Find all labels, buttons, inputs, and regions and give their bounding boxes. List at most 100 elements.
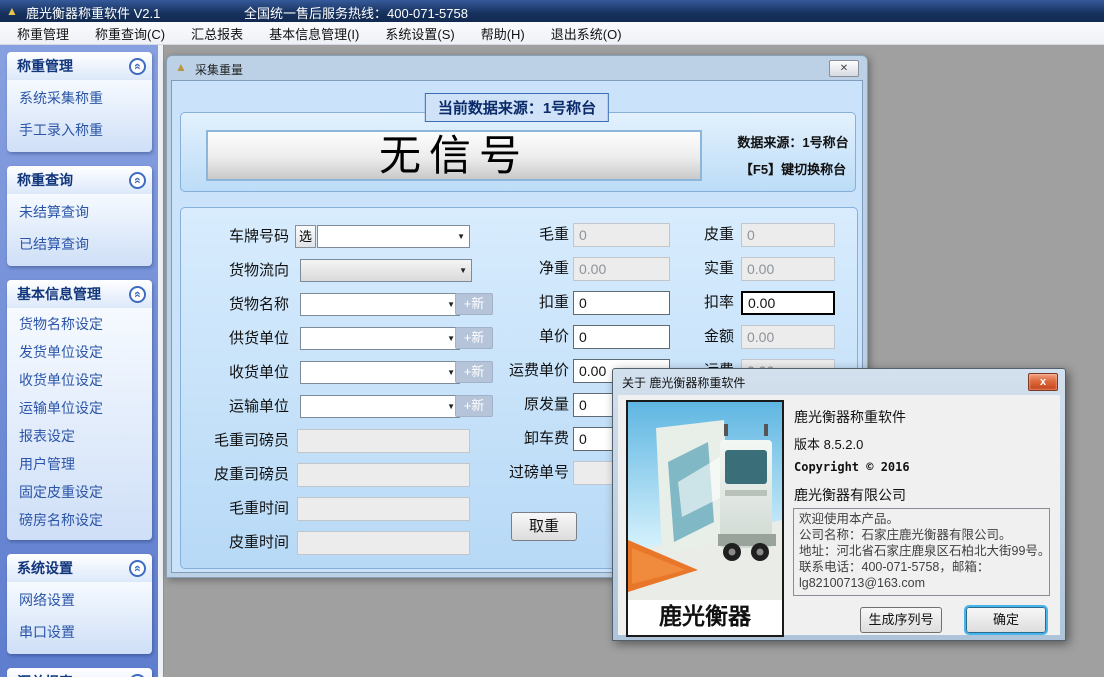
sidebar-section-title: 称重查询 (17, 170, 73, 190)
select-plate-button[interactable]: 选 (295, 225, 316, 248)
menu-system-settings[interactable]: 系统设置(S) (372, 21, 467, 46)
app-titlebar: ▲ 鹿光衡器称重软件 V2.1 全国统一售后服务热线：400-071-5758 (0, 0, 1104, 22)
dropdown-arrow-icon: ▼ (447, 402, 455, 411)
company-name: 鹿光衡器有限公司 (794, 485, 906, 505)
scale-logo-icon: ▲ (175, 60, 187, 74)
gross-time-label: 毛重时间 (181, 497, 289, 521)
menu-basic-info[interactable]: 基本信息管理(I) (256, 21, 372, 46)
collapse-chevron-icon[interactable]: « (129, 172, 146, 189)
sidebar-item-goods-name[interactable]: 货物名称设定 (7, 310, 152, 338)
tare-weight-field: 0 (741, 223, 835, 247)
tare-weight-label: 皮重 (651, 223, 734, 247)
sidebar-header-system[interactable]: 系统设置 « (7, 554, 152, 582)
deduct-rate-field[interactable]: 0.00 (741, 291, 835, 315)
sidebar-section-reports: 汇总报表 « 进厂日报 出厂日报 (7, 668, 152, 677)
goods-flow-label: 货物流向 (181, 259, 289, 283)
plate-number-label: 车牌号码 (181, 225, 289, 249)
collapse-chevron-icon[interactable]: « (129, 560, 146, 577)
sidebar-header-reports[interactable]: 汇总报表 « (7, 668, 152, 677)
supplier-combobox[interactable]: ▼ (300, 327, 460, 350)
ok-button[interactable]: 确定 (966, 607, 1046, 633)
unit-price-label: 单价 (471, 325, 569, 349)
deduct-weight-label: 扣重 (471, 291, 569, 315)
dialog-close-button[interactable]: x (1028, 373, 1058, 391)
dropdown-arrow-icon: ▼ (447, 368, 455, 377)
close-icon: ✕ (840, 63, 848, 74)
about-dialog-content: 鹿光衡器 鹿光衡器称重软件 版本 8.5.2.0 Copyright © 201… (618, 395, 1060, 635)
collapse-chevron-icon[interactable]: « (129, 286, 146, 303)
sidebar-header-weighing[interactable]: 称重管理 « (7, 52, 152, 80)
supplier-label: 供货单位 (181, 327, 289, 351)
data-source-banner: 当前数据来源：1号称台 (425, 93, 609, 122)
goods-flow-combobox[interactable]: ▼ (300, 259, 472, 282)
sidebar-item-user-management[interactable]: 用户管理 (7, 450, 152, 478)
generate-serial-button[interactable]: 生成序列号 (860, 607, 942, 633)
unload-fee-label: 卸车费 (471, 427, 569, 451)
sidebar-item-scale-house-name[interactable]: 磅房名称设定 (7, 506, 152, 534)
tare-time-field (297, 531, 470, 555)
goods-name-label: 货物名称 (181, 293, 289, 317)
about-dialog: 关于 鹿光衡器称重软件 x (612, 368, 1066, 641)
sidebar-item-report-settings[interactable]: 报表设定 (7, 422, 152, 450)
sidebar-header-basic-info[interactable]: 基本信息管理 « (7, 280, 152, 308)
sidebar-item-settled-query[interactable]: 已结算查询 (7, 228, 152, 260)
sidebar-section-basic-info: 基本信息管理 « 货物名称设定 发货单位设定 收货单位设定 运输单位设定 报表设… (7, 280, 152, 540)
take-weight-button[interactable]: 取重 (511, 512, 577, 541)
menu-weighing-query[interactable]: 称重查询(C) (82, 21, 178, 46)
tare-operator-label: 皮重司磅员 (181, 463, 289, 487)
capture-window-titlebar: ▲ 采集重量 ✕ (167, 56, 867, 80)
gross-weight-label: 毛重 (471, 223, 569, 247)
dropdown-arrow-icon: ▼ (457, 232, 465, 241)
sidebar-item-shipper-unit[interactable]: 发货单位设定 (7, 338, 152, 366)
collapse-chevron-icon[interactable]: « (129, 674, 146, 677)
menu-exit[interactable]: 退出系统(O) (538, 21, 635, 46)
sidebar-section-query: 称重查询 « 未结算查询 已结算查询 (7, 166, 152, 266)
amount-field: 0.00 (741, 325, 835, 349)
dropdown-arrow-icon: ▼ (459, 266, 467, 275)
goods-name-combobox[interactable]: ▼ (300, 293, 460, 316)
menu-weighing-management[interactable]: 称重管理 (4, 21, 82, 46)
truck-illustration-icon (628, 402, 782, 600)
sidebar-item-network-settings[interactable]: 网络设置 (7, 584, 152, 616)
actual-weight-label: 实重 (651, 257, 734, 281)
transporter-combobox[interactable]: ▼ (300, 395, 460, 418)
truck-image-caption: 鹿光衡器 (628, 600, 782, 635)
sidebar-item-system-capture[interactable]: 系统采集称重 (7, 82, 152, 114)
net-weight-label: 净重 (471, 257, 569, 281)
gross-operator-field (297, 429, 470, 453)
sidebar-section-weighing: 称重管理 « 系统采集称重 手工录入称重 (7, 52, 152, 152)
collapse-chevron-icon[interactable]: « (129, 58, 146, 75)
sidebar-item-fixed-tare[interactable]: 固定皮重设定 (7, 478, 152, 506)
tare-time-label: 皮重时间 (181, 531, 289, 555)
sidebar-header-query[interactable]: 称重查询 « (7, 166, 152, 194)
data-source-label: 数据来源：1号称台 (733, 132, 853, 151)
freight-price-label: 运费单价 (471, 359, 569, 383)
menu-bar: 称重管理 称重查询(C) 汇总报表 基本信息管理(I) 系统设置(S) 帮助(H… (0, 22, 1104, 45)
menu-summary-report[interactable]: 汇总报表 (178, 21, 256, 46)
screen: ▲ 鹿光衡器称重软件 V2.1 全国统一售后服务热线：400-071-5758 … (0, 0, 1104, 677)
info-line: 联系电话：400-071-5758，邮箱： (799, 559, 1044, 575)
receiver-combobox[interactable]: ▼ (300, 361, 460, 384)
sidebar-item-serial-settings[interactable]: 串口设置 (7, 616, 152, 648)
sidebar-item-receiver-unit[interactable]: 收货单位设定 (7, 366, 152, 394)
info-line: 公司名称：石家庄鹿光衡器有限公司。 (799, 527, 1044, 543)
close-button[interactable]: ✕ (829, 60, 859, 77)
dropdown-arrow-icon: ▼ (447, 334, 455, 343)
copyright-text: Copyright © 2016 (794, 460, 910, 474)
sidebar-item-transport-unit[interactable]: 运输单位设定 (7, 394, 152, 422)
hotline-text: 全国统一售后服务热线：400-071-5758 (244, 3, 468, 22)
original-qty-label: 原发量 (471, 393, 569, 417)
sidebar-section-title: 汇总报表 (17, 672, 73, 677)
gross-time-field (297, 497, 470, 521)
gross-operator-label: 毛重司磅员 (181, 429, 289, 453)
plate-number-combobox[interactable]: ▼ (317, 225, 470, 248)
amount-label: 金额 (651, 325, 734, 349)
sidebar-item-unsettled-query[interactable]: 未结算查询 (7, 196, 152, 228)
info-line: 欢迎使用本产品。 (799, 511, 1044, 527)
workspace: 称重管理 « 系统采集称重 手工录入称重 称重查询 « 未结算查询 已结算查询 (0, 45, 1104, 677)
mdi-client-strip (158, 45, 164, 677)
menu-help[interactable]: 帮助(H) (468, 21, 538, 46)
version-text: 版本 8.5.2.0 (794, 434, 863, 453)
sidebar-item-manual-entry[interactable]: 手工录入称重 (7, 114, 152, 146)
sidebar-section-title: 系统设置 (17, 558, 73, 578)
